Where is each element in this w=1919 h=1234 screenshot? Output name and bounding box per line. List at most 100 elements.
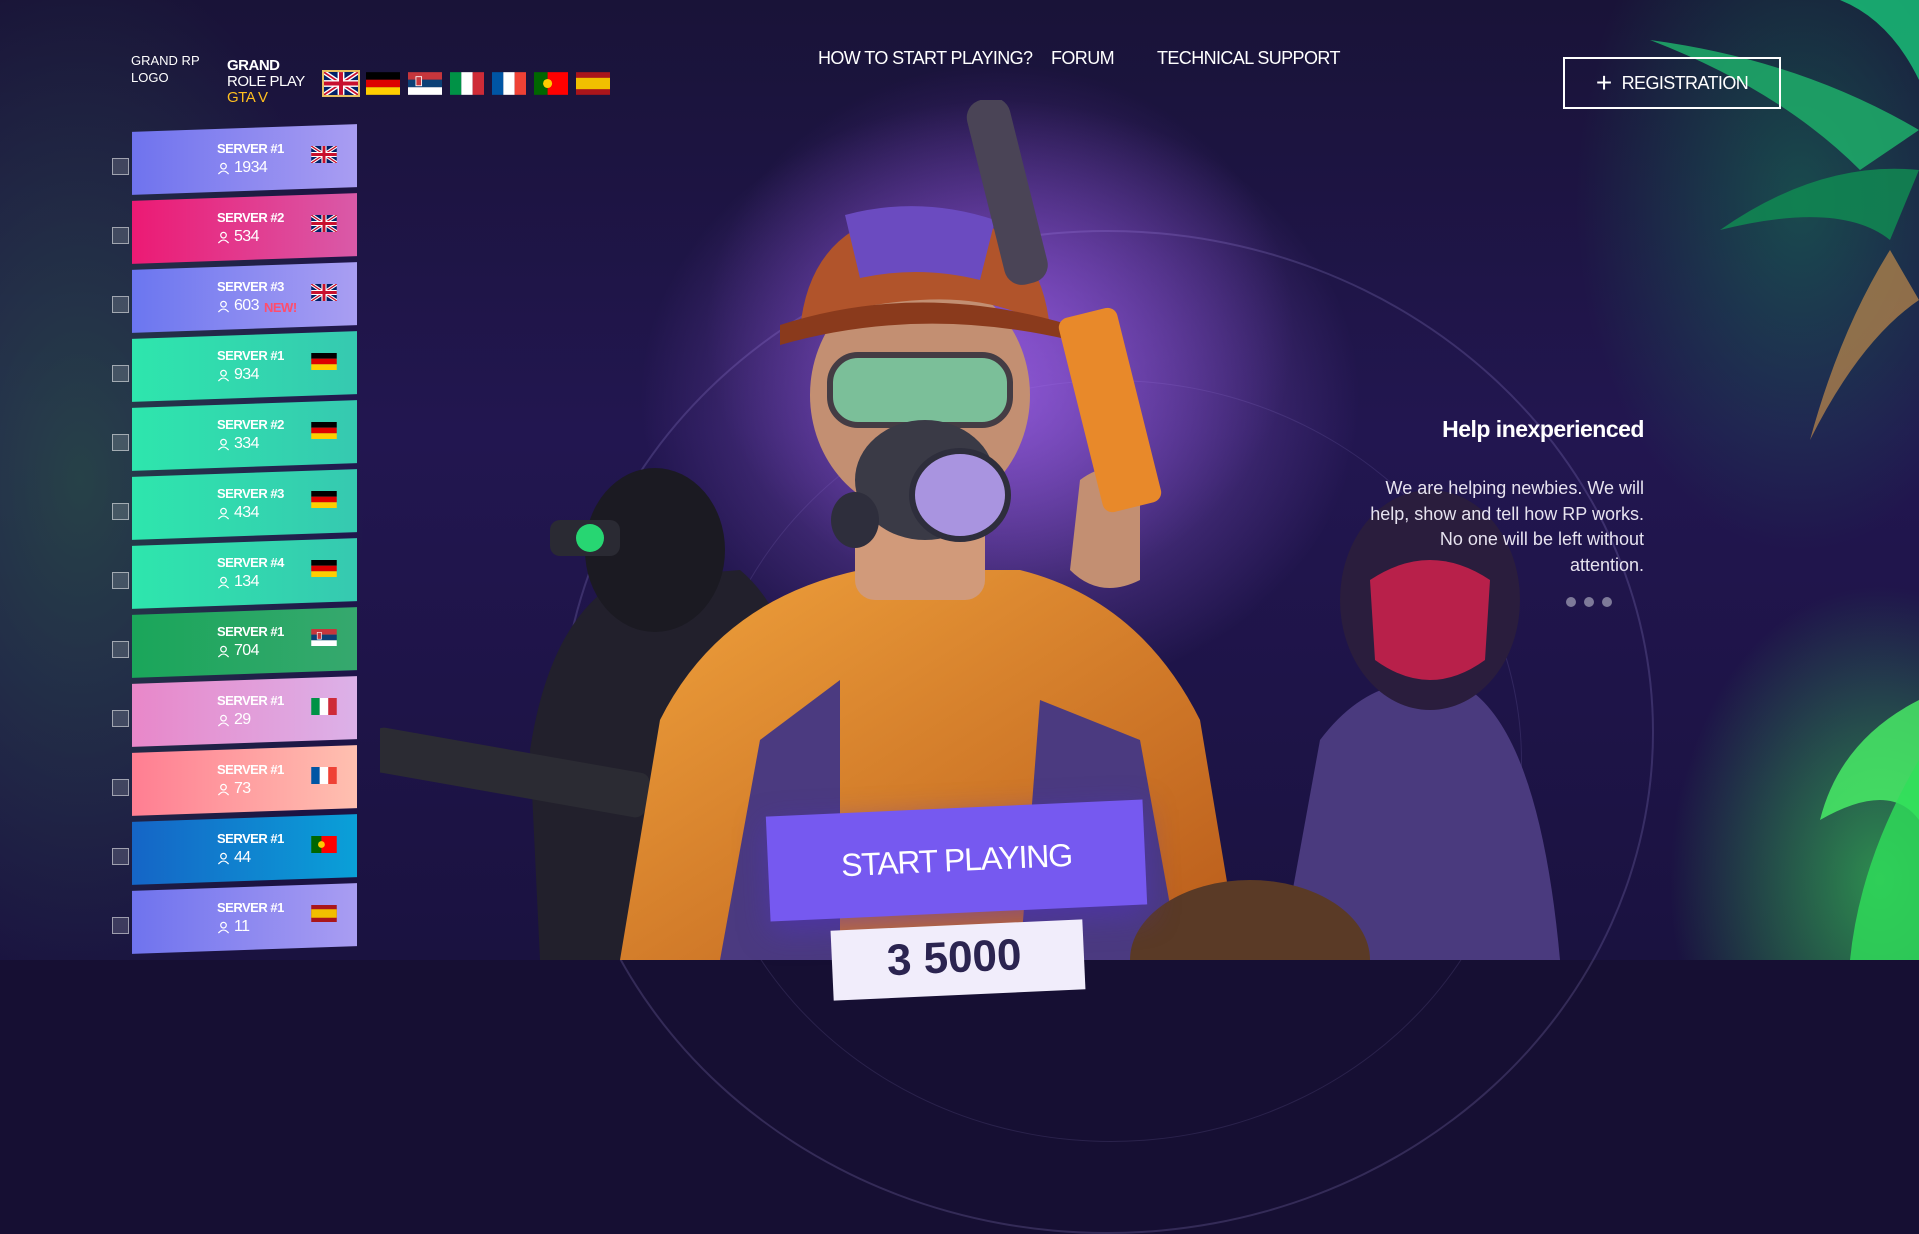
uk-flag-icon [311,215,337,232]
server-player-count: 334 [234,435,259,452]
server-image [112,848,129,865]
france-flag-icon[interactable] [492,72,526,95]
server-image [112,158,129,175]
server-player-count: 704 [234,642,259,659]
plus-icon: + [1595,67,1612,98]
germany-flag-icon [311,560,337,577]
server-players: 73 [217,780,251,798]
server-image [112,710,129,727]
slide-dot[interactable] [1566,597,1576,607]
server-player-count: 534 [234,228,259,245]
user-icon [217,300,230,312]
germany-flag-icon [311,491,337,508]
server-card[interactable]: SERVER #1 29 [112,676,357,747]
user-icon [217,714,230,726]
server-image [112,917,129,934]
server-image [112,641,129,658]
server-name: SERVER #2 [217,417,284,432]
server-name: SERVER #3 [217,279,284,294]
server-player-count: 603 [234,297,259,314]
server-card[interactable]: SERVER #1 73 [112,745,357,816]
server-list: SERVER #1 1934 SERVER #2 534 SERVER #3 603 NEW… [112,124,357,956]
registration-button[interactable]: + REGISTRATION [1563,57,1781,109]
slide-title: Help inexperienced [1442,416,1644,442]
server-players: 11 [217,918,249,936]
user-icon [217,231,230,243]
server-card[interactable]: SERVER #3 603 NEW! [112,262,357,333]
spain-flag-icon [311,905,337,922]
logo-image[interactable]: GRAND RP LOGO [131,52,201,86]
brand-line-1: GRAND [227,57,280,74]
user-icon [217,645,230,657]
slide-dot[interactable] [1602,597,1612,607]
server-name: SERVER #1 [217,141,284,156]
start-playing-button[interactable]: START PLAYING [765,799,1148,922]
user-icon [217,921,230,933]
server-card[interactable]: SERVER #1 704 [112,607,357,678]
user-icon [217,369,230,381]
server-image [112,296,129,313]
server-image [112,227,129,244]
server-name: SERVER #1 [217,762,284,777]
server-players: 29 [217,711,251,729]
online-counter-value: 3 5000 [885,930,1023,986]
germany-flag-icon[interactable] [366,72,400,95]
server-players: 534 [217,228,259,246]
logo-alt-text: GRAND RP LOGO [131,53,200,85]
server-player-count: 1934 [234,159,268,176]
server-card[interactable]: SERVER #1 1934 [112,124,357,195]
italy-flag-icon[interactable] [450,72,484,95]
server-card[interactable]: SERVER #1 11 [112,883,357,954]
user-icon [217,162,230,174]
slide-dot[interactable] [1584,597,1594,607]
nav-forum[interactable]: FORUM [1051,48,1115,69]
server-image [112,434,129,451]
server-name: SERVER #2 [217,210,284,225]
server-players: 334 [217,435,259,453]
server-image [112,572,129,589]
germany-flag-icon [311,353,337,370]
server-card[interactable]: SERVER #1 44 [112,814,357,885]
spain-flag-icon[interactable] [576,72,610,95]
server-card[interactable]: SERVER #2 534 [112,193,357,264]
server-name: SERVER #1 [217,831,284,846]
start-playing-label: START PLAYING [840,836,1073,884]
slide-pagination [1566,597,1612,607]
server-card[interactable]: SERVER #2 334 [112,400,357,471]
registration-label: REGISTRATION [1621,72,1749,93]
server-player-count: 934 [234,366,259,383]
nav-how-to-start[interactable]: HOW TO START PLAYING? [818,48,1033,69]
server-image [112,779,129,796]
server-player-count: 434 [234,504,259,521]
slide-text: We are helping newbies. We will help, sh… [1370,478,1644,575]
server-name: SERVER #3 [217,486,284,501]
user-icon [217,783,230,795]
italy-flag-icon [311,698,337,715]
user-icon [217,507,230,519]
server-players: 603 [217,297,259,315]
germany-flag-icon [311,422,337,439]
server-player-count: 73 [234,780,251,797]
server-card[interactable]: SERVER #4 134 [112,538,357,609]
brand-line-2: ROLE PLAY [227,73,305,90]
user-icon [217,852,230,864]
nav-label: HOW TO START PLAYING? [818,48,1033,68]
server-players: 704 [217,642,259,660]
nav-technical-support[interactable]: TECHNICAL SUPPORT [1157,48,1340,69]
portugal-flag-icon[interactable] [534,72,568,95]
server-card[interactable]: SERVER #3 434 [112,469,357,540]
server-card[interactable]: SERVER #1 934 [112,331,357,402]
uk-flag-icon[interactable] [322,70,360,97]
uk-flag-icon [311,146,337,163]
server-player-count: 44 [234,849,251,866]
serbia-flag-icon [311,629,337,646]
serbia-flag-icon[interactable] [408,72,442,95]
server-name: SERVER #1 [217,624,284,639]
user-icon [217,576,230,588]
server-players: 134 [217,573,259,591]
brand-title: GRAND ROLE PLAY GTA V [227,58,305,106]
server-players: 1934 [217,159,267,177]
server-player-count: 134 [234,573,259,590]
server-players: 934 [217,366,259,384]
server-player-count: 11 [234,918,250,935]
